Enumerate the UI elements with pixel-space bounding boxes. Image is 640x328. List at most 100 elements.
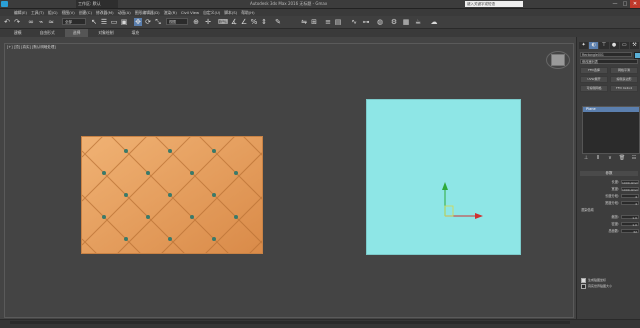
keyboard-shortcut-icon[interactable]: ⌨ xyxy=(218,18,228,26)
reference-coord-select[interactable]: 视图 xyxy=(166,18,188,25)
scale-spinner[interactable]: 1.0 xyxy=(621,214,639,220)
hierarchy-tab-icon[interactable]: ⊤ xyxy=(599,42,609,49)
move-gizmo-icon[interactable] xyxy=(437,182,487,226)
quilted-panel-object[interactable] xyxy=(81,136,263,254)
configure-sets-icon[interactable]: ☷ xyxy=(630,155,638,161)
menu-graph-editors[interactable]: 图形编辑器(D) xyxy=(135,9,160,16)
manipulate-icon[interactable]: ✛ xyxy=(204,18,212,26)
app-logo-icon[interactable] xyxy=(1,1,8,7)
length-segs-spinner[interactable]: 4 xyxy=(621,193,639,199)
unlink-icon[interactable]: ⌁ xyxy=(37,18,45,26)
workspace-tab[interactable]: 工作区: 默认 xyxy=(76,0,118,8)
link-icon[interactable]: ∞ xyxy=(27,18,35,26)
show-end-result-icon[interactable]: Ⅱ xyxy=(594,155,602,161)
rect-selection-icon[interactable]: ▭ xyxy=(110,18,118,26)
angle-snap-icon[interactable]: ∠ xyxy=(240,18,248,26)
plain-panel-object[interactable] xyxy=(366,99,521,255)
select-rotate-icon[interactable]: ⟳ xyxy=(144,18,152,26)
tab-populate[interactable]: 填充 xyxy=(124,29,148,37)
menu-animation[interactable]: 动画(A) xyxy=(118,9,131,16)
schematic-view-icon[interactable]: ⊶ xyxy=(362,18,370,26)
menu-scripting[interactable]: 脚本(S) xyxy=(224,9,237,16)
layer-explorer-icon[interactable]: ≡ xyxy=(324,18,332,26)
menu-modifiers[interactable]: 修改器(M) xyxy=(96,9,114,16)
undo-icon[interactable]: ↶ xyxy=(3,18,11,26)
rendered-frame-icon[interactable]: ▦ xyxy=(402,18,410,26)
modifier-button[interactable]: FFD 4x4x4 xyxy=(610,85,638,92)
render-setup-icon[interactable]: ⚙ xyxy=(390,18,398,26)
modifier-button[interactable]: FFD选择 xyxy=(580,67,608,74)
select-object-icon[interactable]: ↖ xyxy=(90,18,98,26)
modifier-button[interactable]: 编辑多边形 xyxy=(610,76,638,83)
menu-help[interactable]: 帮助(H) xyxy=(241,9,254,16)
a360-icon[interactable]: ☁ xyxy=(430,18,438,26)
render-production-icon[interactable]: ☕ xyxy=(414,18,422,26)
perspective-viewport[interactable]: [+] [顶] [真实] [默认明暗处理] xyxy=(4,43,574,318)
redo-icon[interactable]: ↷ xyxy=(13,18,21,26)
width-spinner[interactable]: 1000.0mm xyxy=(621,186,639,192)
length-spinner[interactable]: 1000.0mm xyxy=(621,179,639,185)
material-editor-icon[interactable]: ◍ xyxy=(376,18,384,26)
menu-group[interactable]: 组(G) xyxy=(48,9,58,16)
command-panel-tabs: ✦ ◐ ⊤ ● ▭ ⚒ xyxy=(579,42,640,49)
stack-tools: ⊥ Ⅱ ∨ 🗑 ☷ xyxy=(582,155,638,161)
parameters-rollout[interactable]: 参数 xyxy=(580,171,638,176)
bind-spacewarp-icon[interactable]: ≈ xyxy=(47,18,55,26)
param-row: 长度: 1000.0mm xyxy=(581,178,639,185)
menu-tools[interactable]: 工具(T) xyxy=(31,9,44,16)
select-scale-icon[interactable]: ⤡ xyxy=(154,18,162,26)
modifier-stack[interactable]: Plane xyxy=(582,106,640,154)
timeline-slider[interactable] xyxy=(10,321,570,324)
menu-civil-view[interactable]: Civil View xyxy=(181,9,199,16)
width-segs-spinner[interactable]: 4 xyxy=(621,200,639,206)
spinner-snap-icon[interactable]: ⇕ xyxy=(260,18,268,26)
maximize-button[interactable]: □ xyxy=(620,0,630,8)
stack-item-plane[interactable]: Plane xyxy=(583,107,639,112)
tab-modeling[interactable]: 建模 xyxy=(6,29,30,37)
menu-edit[interactable]: 编辑(E) xyxy=(14,9,27,16)
curve-editor-icon[interactable]: ∿ xyxy=(350,18,358,26)
modifier-button[interactable]: 网格平滑 xyxy=(610,67,638,74)
density-spinner[interactable]: 1.0 xyxy=(621,221,639,227)
minimize-button[interactable]: — xyxy=(610,0,620,8)
align-icon[interactable]: ⊞ xyxy=(310,18,318,26)
menu-customize[interactable]: 自定义(U) xyxy=(203,9,220,16)
pin-stack-icon[interactable]: ⊥ xyxy=(582,155,590,161)
selection-filter-select[interactable]: 全部 xyxy=(62,18,86,25)
create-tab-icon[interactable]: ✦ xyxy=(579,42,589,49)
snaps-toggle-icon[interactable]: ∡ xyxy=(230,18,238,26)
modify-tab-icon[interactable]: ◐ xyxy=(589,42,599,49)
make-unique-icon[interactable]: ∨ xyxy=(606,155,614,161)
object-name-field[interactable]: Rectangle001 xyxy=(580,52,632,57)
mirror-icon[interactable]: ⇋ xyxy=(300,18,308,26)
modifier-buttons: FFD选择 网格平滑 UVW展开 编辑多边形 可编辑网格 FFD 4x4x4 xyxy=(580,67,638,92)
modifier-button[interactable]: UVW展开 xyxy=(580,76,608,83)
graphite-toggle-icon[interactable]: ▤ xyxy=(334,18,342,26)
tab-selection[interactable]: 选择 xyxy=(64,29,89,37)
menu-create[interactable]: 创建(C) xyxy=(79,9,92,16)
modifier-button[interactable]: 可编辑网格 xyxy=(580,85,608,92)
select-move-icon[interactable]: ✥ xyxy=(134,18,142,26)
viewcube-icon[interactable] xyxy=(546,51,570,69)
tab-object-paint[interactable]: 对象绘制 xyxy=(90,29,121,37)
display-tab-icon[interactable]: ▭ xyxy=(619,42,629,49)
gen-mapping-checkbox[interactable] xyxy=(581,277,586,283)
select-by-name-icon[interactable]: ☰ xyxy=(100,18,108,26)
real-world-map-checkbox[interactable] xyxy=(581,283,586,289)
tab-freeform[interactable]: 自由形式 xyxy=(32,29,63,37)
checkbox-row[interactable]: 真实世界贴图大小 xyxy=(581,283,639,289)
motion-tab-icon[interactable]: ● xyxy=(609,42,619,49)
close-button[interactable]: ✕ xyxy=(630,0,640,8)
window-crossing-icon[interactable]: ▣ xyxy=(120,18,128,26)
pivot-center-icon[interactable]: ⊕ xyxy=(192,18,200,26)
object-color-swatch[interactable] xyxy=(634,52,640,59)
remove-modifier-icon[interactable]: 🗑 xyxy=(618,155,626,161)
modifier-list-dropdown[interactable]: 修改器列表 xyxy=(580,59,638,64)
search-input[interactable]: 键入关键字或短语 xyxy=(465,1,523,7)
viewport-label[interactable]: [+] [顶] [真实] [默认明暗处理] xyxy=(7,45,56,50)
named-selection-icon[interactable]: ✎ xyxy=(274,18,282,26)
percent-snap-icon[interactable]: % xyxy=(250,18,258,26)
menu-rendering[interactable]: 渲染(R) xyxy=(164,9,177,16)
menu-views[interactable]: 视图(V) xyxy=(62,9,75,16)
utilities-tab-icon[interactable]: ⚒ xyxy=(629,42,640,49)
